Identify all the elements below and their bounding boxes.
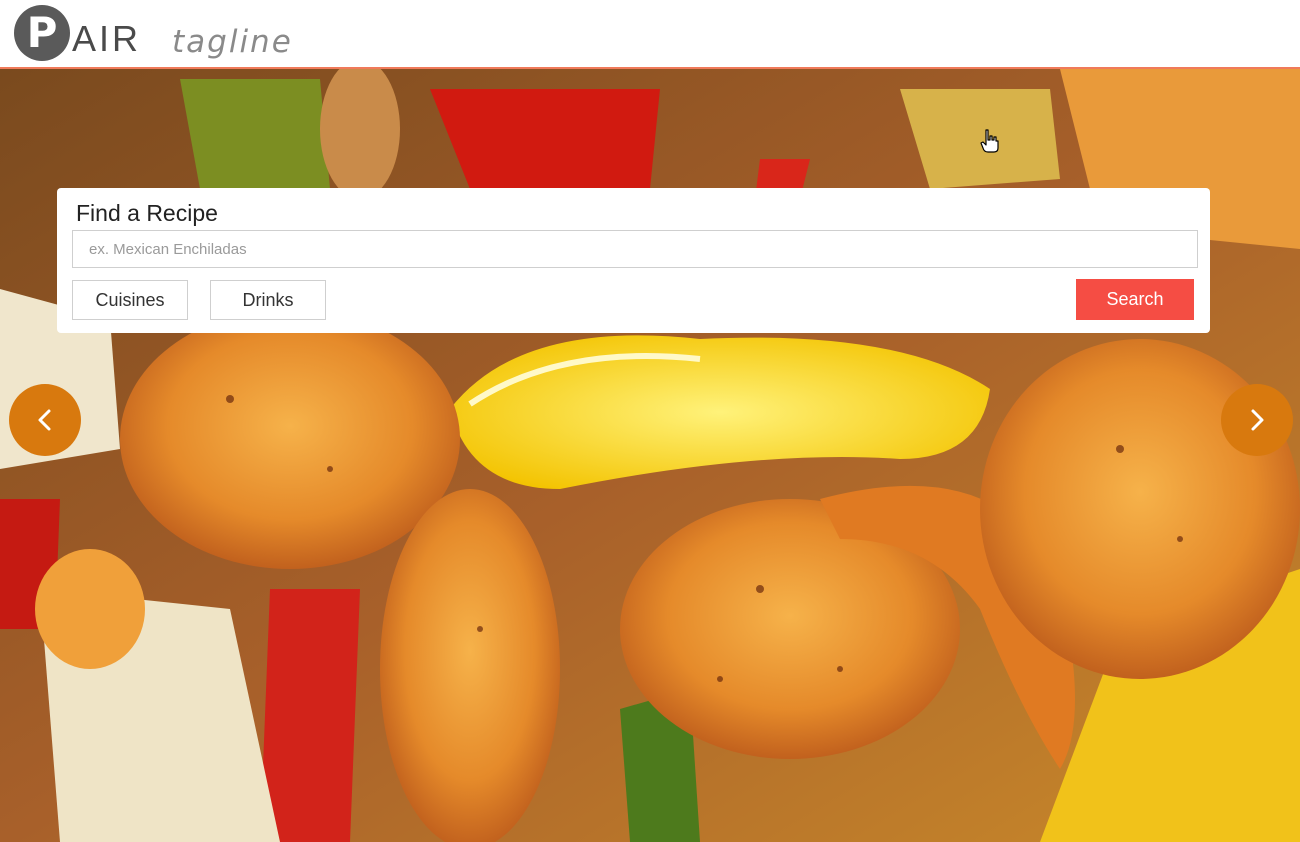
carousel-prev-button[interactable]: [9, 384, 81, 456]
recipe-search-input[interactable]: [72, 230, 1198, 268]
search-button[interactable]: Search: [1076, 279, 1194, 320]
chevron-left-icon: [38, 409, 51, 431]
carousel-next-button[interactable]: [1221, 384, 1293, 456]
page: P AIR tagline Find a Recipe ex. Mexican …: [0, 0, 1300, 842]
drinks-button[interactable]: Drinks: [210, 280, 326, 320]
logo-mark: P: [14, 5, 70, 61]
header: P AIR tagline: [0, 0, 1300, 69]
cuisines-button[interactable]: Cuisines: [72, 280, 188, 320]
recipe-search-card: Find a Recipe Cuisines Drinks Search: [57, 188, 1210, 333]
hero-food-image: [0, 69, 1300, 842]
chevron-right-icon: [1251, 409, 1264, 431]
hand-cursor-icon: [979, 128, 1001, 159]
logo[interactable]: P AIR: [14, 4, 141, 62]
tagline: tagline: [172, 24, 293, 60]
food-photo-illustration: [0, 69, 1300, 842]
logo-text: AIR: [72, 18, 142, 59]
card-title: Find a Recipe: [76, 200, 218, 226]
